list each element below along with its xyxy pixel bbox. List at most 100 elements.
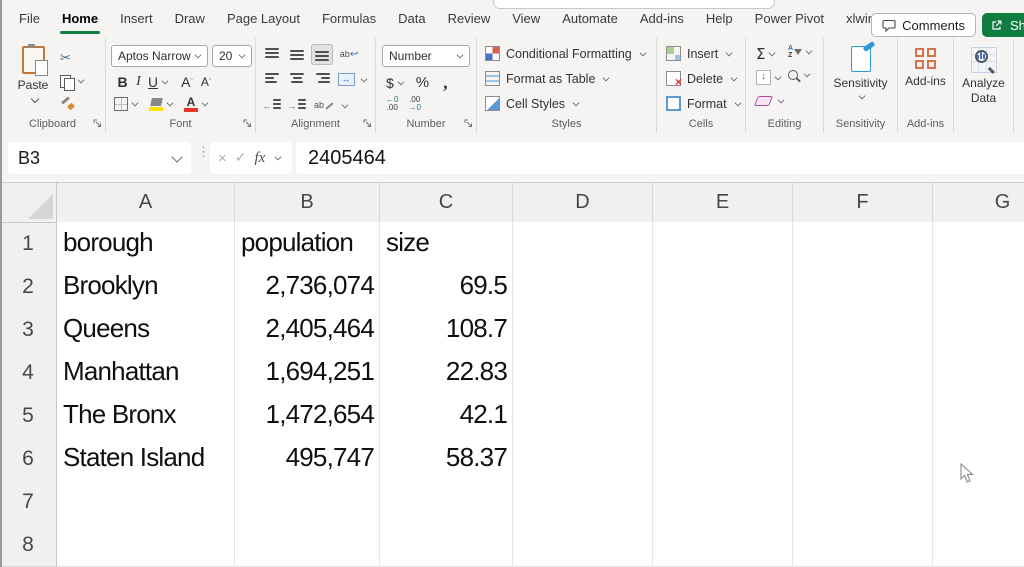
cell-C6[interactable]: 58.37 [380,437,513,481]
cell-styles-button[interactable]: Cell Styles [485,96,579,111]
conditional-formatting-button[interactable]: Conditional Formatting [485,46,646,61]
tab-add-ins[interactable]: Add-ins [629,0,695,38]
cell-D8[interactable] [513,523,653,567]
accounting-format-button[interactable]: $ [386,75,394,91]
row-header-6[interactable]: 6 [0,437,57,481]
cut-button[interactable]: ✂ [60,48,96,68]
clipboard-dialog-launcher[interactable] [93,119,102,128]
find-select-button[interactable] [788,70,810,80]
align-bottom-button[interactable] [311,44,333,65]
tab-home[interactable]: Home [51,0,109,38]
tab-automate[interactable]: Automate [551,0,629,38]
cell-G5[interactable] [933,394,1024,438]
cell-G7[interactable] [933,480,1024,524]
cell-E2[interactable] [653,265,793,309]
format-as-table-button[interactable]: Format as Table [485,71,609,86]
tab-help[interactable]: Help [695,0,744,38]
copilot-button[interactable]: Copilot [1014,48,1024,82]
copy-button[interactable] [60,71,96,91]
cell-A1[interactable]: borough [57,222,235,266]
underline-button[interactable]: U [146,72,160,92]
cell-B8[interactable] [235,523,380,567]
formula-input[interactable]: 2405464 [296,142,1024,174]
column-header-c[interactable]: C [380,183,513,223]
cell-E3[interactable] [653,308,793,352]
tab-formulas[interactable]: Formulas [311,0,387,38]
cell-C2[interactable]: 69.5 [380,265,513,309]
cell-E8[interactable] [653,523,793,567]
cell-E5[interactable] [653,394,793,438]
cell-F5[interactable] [793,394,933,438]
column-header-d[interactable]: D [513,183,653,223]
wrap-text-button[interactable]: ab ↩ [336,44,362,65]
tab-review[interactable]: Review [437,0,502,38]
cell-E6[interactable] [653,437,793,481]
align-center-button[interactable] [286,69,308,90]
row-header-2[interactable]: 2 [0,265,57,309]
format-painter-button[interactable] [60,94,96,114]
cell-B6[interactable]: 495,747 [235,437,380,481]
column-header-b[interactable]: B [235,183,380,223]
align-left-button[interactable] [261,69,283,90]
tab-power-pivot[interactable]: Power Pivot [744,0,835,38]
cell-C4[interactable]: 22.83 [380,351,513,395]
sensitivity-button[interactable]: Sensitivity [824,46,897,101]
formula-bar-drag-dots[interactable]: ⋮ [197,149,210,155]
cell-E4[interactable] [653,351,793,395]
fill-color-button[interactable] [149,98,163,111]
row-header-4[interactable]: 4 [0,351,57,395]
tab-insert[interactable]: Insert [109,0,164,38]
cell-A5[interactable]: The Bronx [57,394,235,438]
comments-button[interactable]: Comments [871,13,976,37]
cell-B7[interactable] [235,480,380,524]
italic-button[interactable]: I [131,72,146,92]
decrease-font-button[interactable]: Aˇ [197,72,215,92]
cell-G3[interactable] [933,308,1024,352]
cell-D7[interactable] [513,480,653,524]
cell-G1[interactable] [933,222,1024,266]
cell-F4[interactable] [793,351,933,395]
increase-font-button[interactable]: Aˆ [177,72,197,92]
cell-C3[interactable]: 108.7 [380,308,513,352]
cell-G2[interactable] [933,265,1024,309]
cell-F2[interactable] [793,265,933,309]
cell-A3[interactable]: Queens [57,308,235,352]
row-header-3[interactable]: 3 [0,308,57,352]
cell-D5[interactable] [513,394,653,438]
comma-style-button[interactable]: , [443,72,448,93]
cell-B5[interactable]: 1,472,654 [235,394,380,438]
paste-button[interactable]: Paste [10,46,56,104]
cell-A8[interactable] [57,523,235,567]
font-dialog-launcher[interactable] [243,119,252,128]
font-color-button[interactable]: A [184,97,198,112]
tab-page-layout[interactable]: Page Layout [216,0,311,38]
row-header-7[interactable]: 7 [0,480,57,524]
cell-A4[interactable]: Manhattan [57,351,235,395]
cell-F6[interactable] [793,437,933,481]
increase-indent-button[interactable]: → [286,95,308,116]
cell-D1[interactable] [513,222,653,266]
cell-B3[interactable]: 2,405,464 [235,308,380,352]
cell-A2[interactable]: Brooklyn [57,265,235,309]
clear-button[interactable] [756,96,784,106]
row-header-8[interactable]: 8 [0,523,57,567]
delete-cells-button[interactable]: Delete [666,71,737,86]
enter-icon[interactable]: ✓ [235,150,247,166]
row-header-1[interactable]: 1 [0,222,57,266]
autosum-button[interactable]: Σ [756,45,775,63]
alignment-dialog-launcher[interactable] [363,119,372,128]
cell-E1[interactable] [653,222,793,266]
cell-D2[interactable] [513,265,653,309]
column-header-e[interactable]: E [653,183,793,223]
cancel-icon[interactable]: × [218,150,227,167]
cell-F8[interactable] [793,523,933,567]
tab-draw[interactable]: Draw [164,0,216,38]
cell-A6[interactable]: Staten Island [57,437,235,481]
cell-C7[interactable] [380,480,513,524]
align-right-button[interactable] [311,69,333,90]
fill-button[interactable]: ↓ [756,70,781,85]
select-all-corner[interactable] [0,183,57,223]
share-button[interactable]: Share [982,13,1024,37]
decrease-decimal-button[interactable]: .00 →0 [408,96,420,112]
column-header-g[interactable]: G [933,183,1024,223]
